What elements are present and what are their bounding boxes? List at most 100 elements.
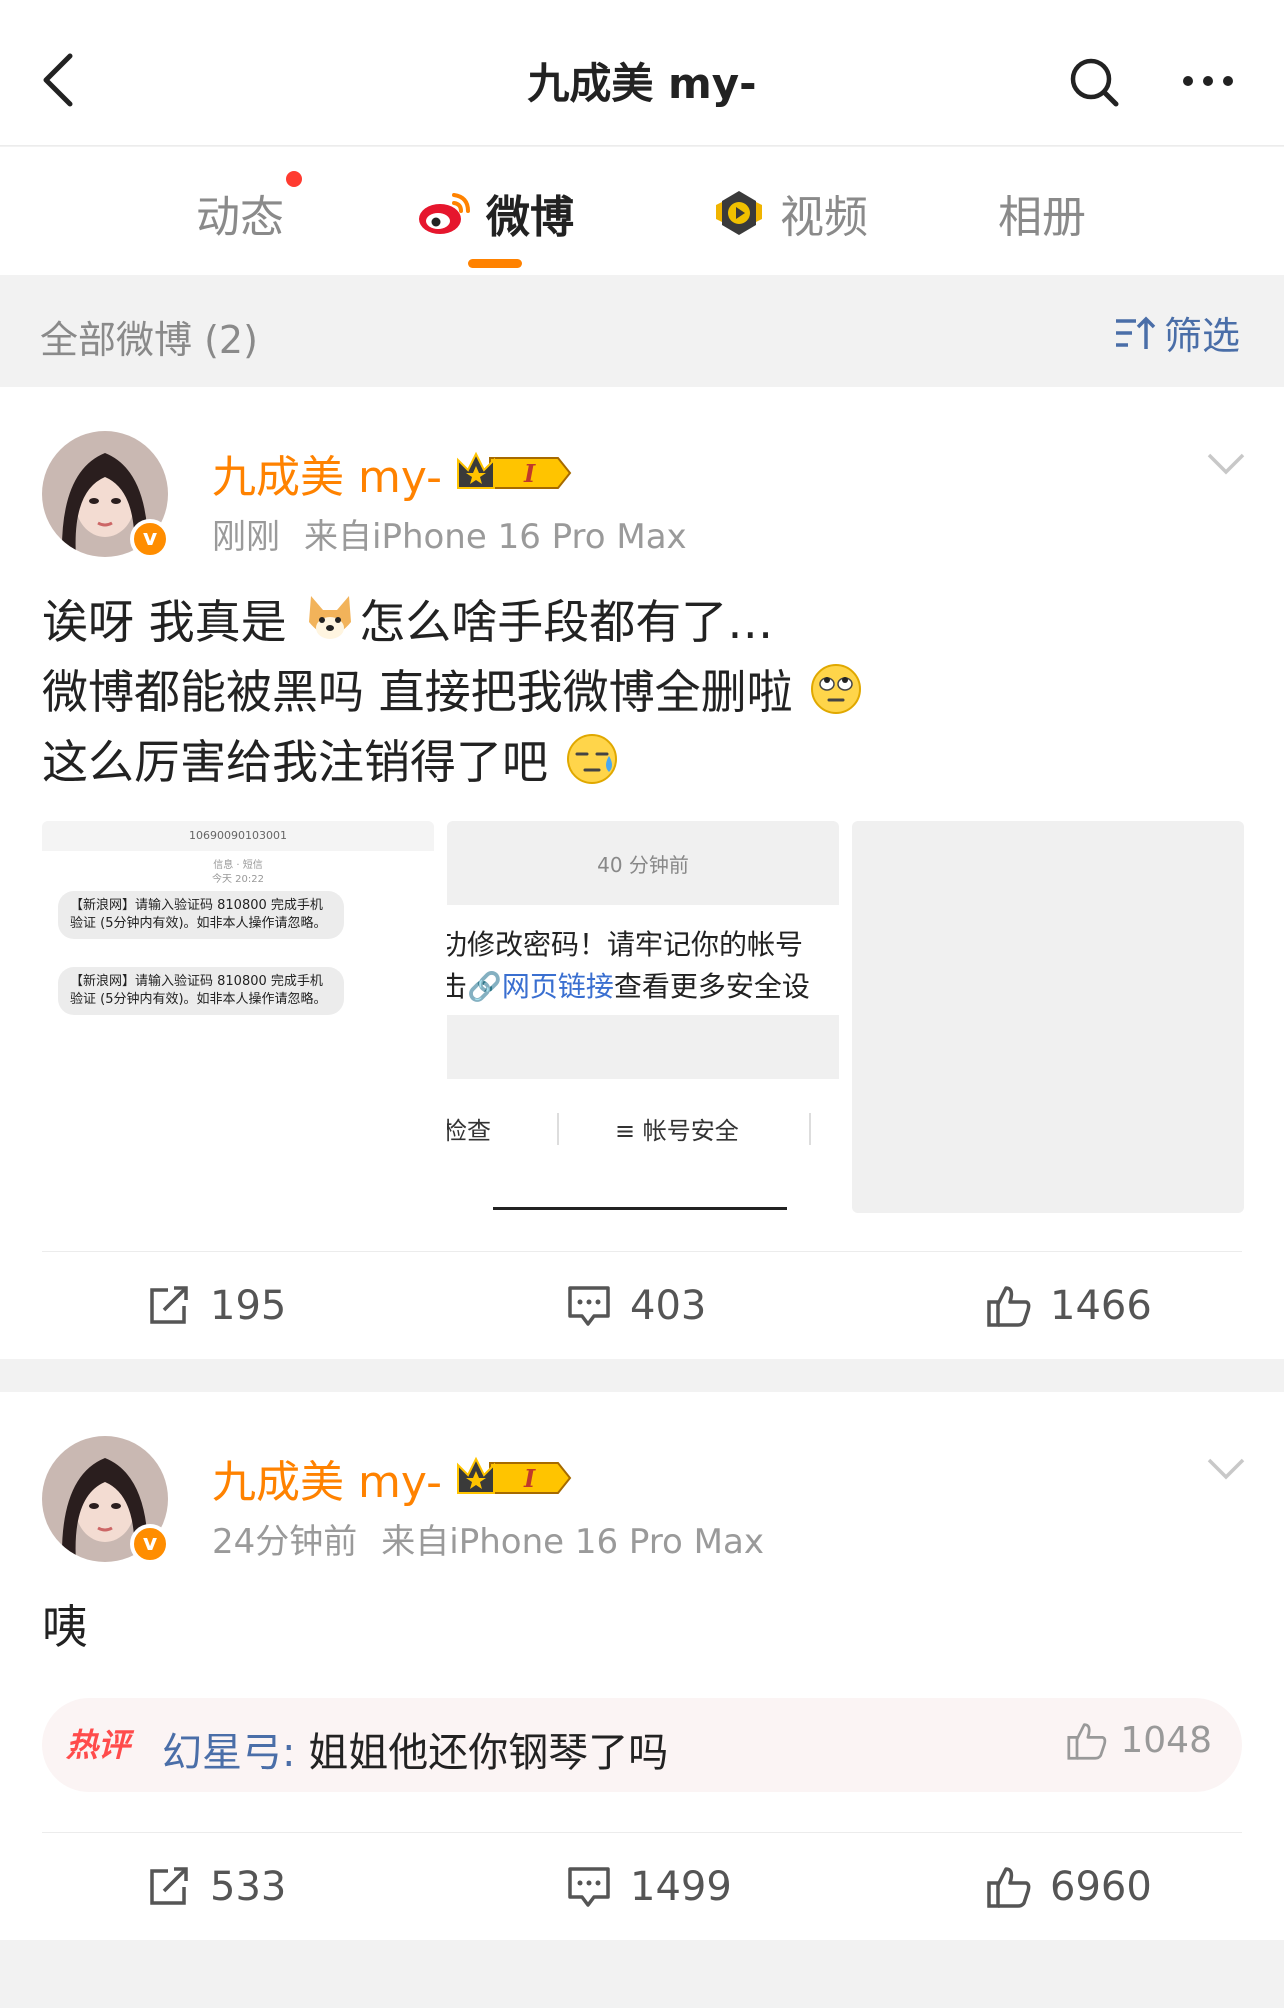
post-source: 来自iPhone 16 Pro Max xyxy=(304,517,687,557)
shot-link: 🔗网页链接 xyxy=(467,970,614,1003)
security-notice-screenshot-image[interactable]: 40 分钟前 功修改密码！请牢记你的帐号 击🔗网页链接查看更多安全设 检查 ≡ … xyxy=(447,821,839,1213)
comment-count: 403 xyxy=(630,1283,707,1329)
vip-crown-badge-icon: I xyxy=(457,451,572,489)
author-name[interactable]: 九成美 my- xyxy=(212,1446,442,1510)
shot-header: 40 分钟前 xyxy=(447,821,839,905)
thumbs-up-icon xyxy=(1067,1722,1107,1760)
blank-image[interactable] xyxy=(852,821,1244,1213)
verified-badge: v xyxy=(130,1524,170,1564)
hot-comment-tag: 热评 xyxy=(66,1726,131,1764)
post-action-bar: 533 1499 6960 xyxy=(42,1832,1242,1940)
comment-icon xyxy=(568,1867,610,1907)
post-text-segment: 微博都能被黑吗 直接把我微博全删啦 xyxy=(42,665,793,719)
shot-text-line: 击🔗网页链接查看更多安全设 xyxy=(447,965,810,1005)
sms-sender-number: 10690090103001 xyxy=(189,829,287,842)
filter-icon xyxy=(1115,316,1156,349)
comment-button[interactable]: 1499 xyxy=(566,1833,732,1941)
chevron-down-icon[interactable] xyxy=(1206,1456,1246,1482)
comment-icon xyxy=(568,1286,610,1326)
post-content: 咦 xyxy=(42,1600,88,1654)
weibo-logo-icon xyxy=(419,193,470,234)
thumbs-up-icon xyxy=(987,1286,1031,1327)
tab-dynamic[interactable]: 动态 xyxy=(196,183,284,243)
post-card: v 九成美 my- I 刚刚 来自iPhone 16 Pro Max 诶呀 我真是… xyxy=(0,387,1284,1359)
hot-comment-like-count: 1048 xyxy=(1120,1720,1212,1761)
more-options-icon[interactable] xyxy=(1180,66,1236,96)
eye-roll-emoji-icon xyxy=(811,664,862,714)
avatar[interactable]: v xyxy=(42,431,170,559)
sms-message: 【新浪网】请输入验证码 810800 完成手机验证 (5分钟内有效)。如非本人操… xyxy=(58,967,344,1015)
post-meta: 刚刚 来自iPhone 16 Pro Max xyxy=(212,509,687,558)
feed-bottom-spacer xyxy=(0,1940,1284,2008)
tab-weibo[interactable]: 微博 xyxy=(416,183,574,243)
hot-comment-text: 姐姐他还你钢琴了吗 xyxy=(308,1730,669,1776)
post-text-segment: 诶呀 我真是 xyxy=(42,595,287,649)
shot-divider-band xyxy=(447,1015,839,1079)
post-action-bar: 195 403 1466 xyxy=(42,1251,1242,1359)
like-count: 1466 xyxy=(1050,1283,1152,1329)
post-text-segment: 怎么啥手段都有了… xyxy=(359,595,774,649)
hot-comment[interactable]: 热评 幻星弓: 姐姐他还你钢琴了吗 1048 xyxy=(42,1698,1242,1792)
svg-text:I: I xyxy=(523,459,536,488)
post-source: 来自iPhone 16 Pro Max xyxy=(381,1522,764,1562)
filter-button[interactable]: 筛选 xyxy=(1114,305,1240,360)
profile-tabs: 动态 微博 视频 相册 xyxy=(0,147,1284,275)
chevron-down-icon[interactable] xyxy=(1206,451,1246,477)
post-line: 这么厉害给我注销得了吧 xyxy=(42,727,1242,797)
post-content: 诶呀 我真是 怎么啥手段都有了… 微博都能被黑吗 直接把我微博全删啦 这么厉害给… xyxy=(42,587,1242,797)
shot-divider xyxy=(557,1113,559,1145)
author-row: 九成美 my- I xyxy=(212,1446,572,1510)
post-image-grid: 10690090103001 信息 · 短信 今天 20:22 【新浪网】请输入验… xyxy=(42,821,1246,1213)
hot-comment-like[interactable]: 1048 xyxy=(1066,1720,1212,1761)
shot-text-line: 功修改密码！请牢记你的帐号 xyxy=(447,928,804,961)
comment-count: 1499 xyxy=(630,1864,732,1910)
post-meta: 24分钟前 来自iPhone 16 Pro Max xyxy=(212,1514,764,1563)
post-text-segment: 这么厉害给我注销得了吧 xyxy=(42,735,548,789)
shot-text: 击 xyxy=(447,970,468,1003)
vip-crown-badge-icon: I xyxy=(457,1456,572,1494)
tab-label: 视频 xyxy=(780,192,868,243)
author-row: 九成美 my- I xyxy=(212,441,572,505)
svg-text:I: I xyxy=(523,1464,536,1493)
tab-album[interactable]: 相册 xyxy=(998,183,1086,243)
notification-dot xyxy=(286,171,302,187)
filter-label: 筛选 xyxy=(1163,314,1240,358)
top-navigation-bar: 九成美 my- xyxy=(0,0,1284,146)
hot-comment-author[interactable]: 幻星弓: xyxy=(162,1730,308,1776)
tab-video[interactable]: 视频 xyxy=(710,183,868,243)
avatar[interactable]: v xyxy=(42,1436,170,1564)
like-button[interactable]: 1466 xyxy=(986,1252,1152,1360)
shot-time: 40 分钟前 xyxy=(597,853,689,877)
verified-badge: v xyxy=(130,519,170,559)
home-indicator-bar xyxy=(493,1207,787,1210)
sms-header: 10690090103001 xyxy=(42,821,434,851)
doge-emoji-icon xyxy=(309,596,352,639)
author-name[interactable]: 九成美 my- xyxy=(212,441,442,505)
repost-icon xyxy=(150,1286,188,1324)
post-card: v 九成美 my- I 24分钟前 来自iPhone 16 Pro Max 咦 热… xyxy=(0,1392,1284,1940)
repost-count: 533 xyxy=(210,1864,287,1910)
comment-button[interactable]: 403 xyxy=(566,1252,706,1360)
repost-button[interactable]: 533 xyxy=(146,1833,286,1941)
tab-label: 微博 xyxy=(486,192,574,243)
thumbs-up-icon xyxy=(987,1867,1031,1908)
sweat-emoji-icon xyxy=(566,734,617,784)
tab-label: 动态 xyxy=(196,192,284,243)
shot-text: 查看更多安全设 xyxy=(613,970,810,1003)
active-tab-indicator xyxy=(468,259,522,268)
repost-button[interactable]: 195 xyxy=(146,1252,286,1360)
shot-check-label: 检查 xyxy=(447,1117,491,1145)
repost-count: 195 xyxy=(210,1283,287,1329)
shot-divider xyxy=(809,1113,811,1145)
like-count: 6960 xyxy=(1050,1864,1152,1910)
like-button[interactable]: 6960 xyxy=(986,1833,1152,1941)
post-line: 诶呀 我真是 怎么啥手段都有了… xyxy=(42,587,1242,657)
shot-security-label: ≡ 帐号安全 xyxy=(615,1117,739,1145)
sms-screenshot-image[interactable]: 10690090103001 信息 · 短信 今天 20:22 【新浪网】请输入验… xyxy=(42,821,434,1213)
feed-filter-bar: 全部微博 (2) 筛选 xyxy=(0,275,1284,387)
search-icon[interactable] xyxy=(1068,56,1120,108)
post-time: 刚刚 xyxy=(212,517,280,557)
sms-date: 信息 · 短信 今天 20:22 xyxy=(212,860,264,885)
post-line: 微博都能被黑吗 直接把我微博全删啦 xyxy=(42,657,1242,727)
tab-label: 相册 xyxy=(998,192,1086,243)
